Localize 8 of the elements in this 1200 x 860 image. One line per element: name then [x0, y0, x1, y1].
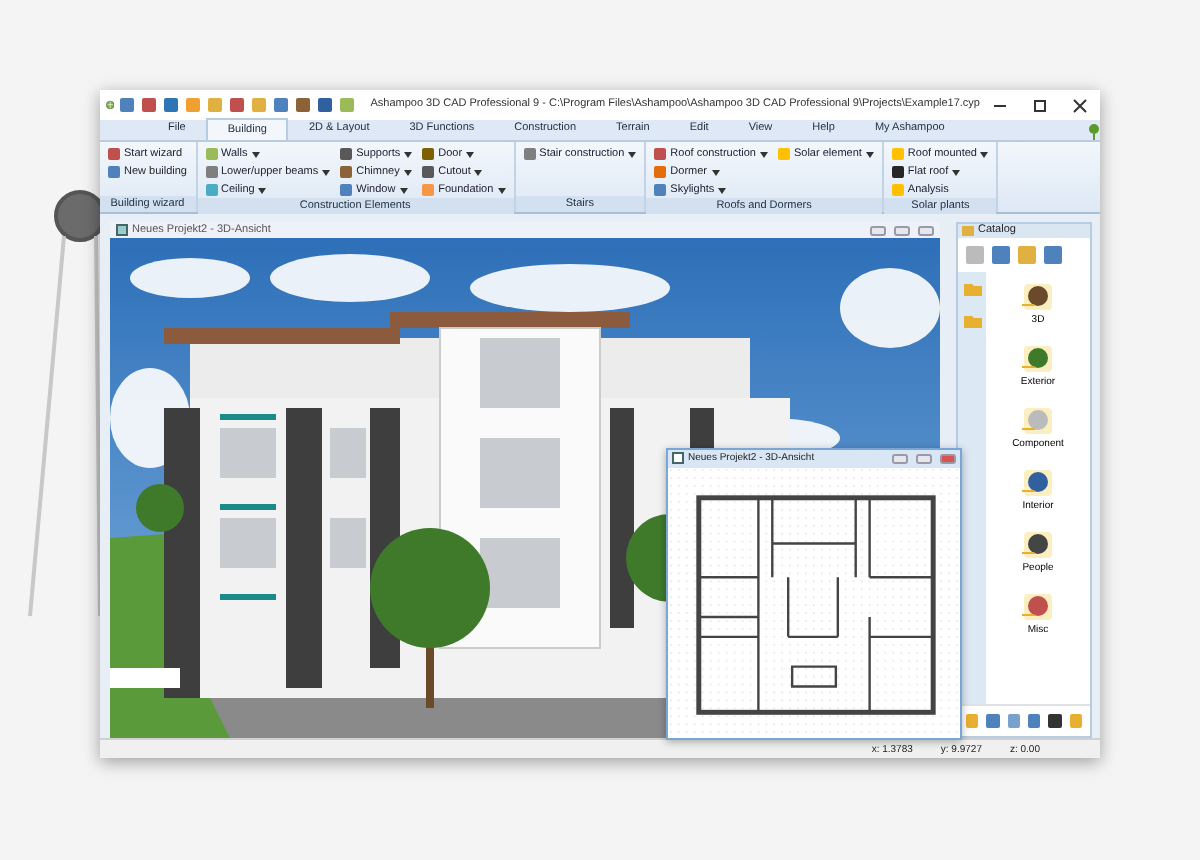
clipart-picture — [1021, 342, 1054, 374]
clipart-picture — [1022, 528, 1054, 560]
clipart-picture — [1022, 466, 1054, 498]
clipart-picture — [1022, 280, 1054, 312]
clipart-picture — [1022, 590, 1054, 622]
folder-icon — [962, 226, 974, 236]
clipart-picture — [1021, 404, 1054, 436]
pin-icon[interactable] — [1088, 124, 1100, 140]
